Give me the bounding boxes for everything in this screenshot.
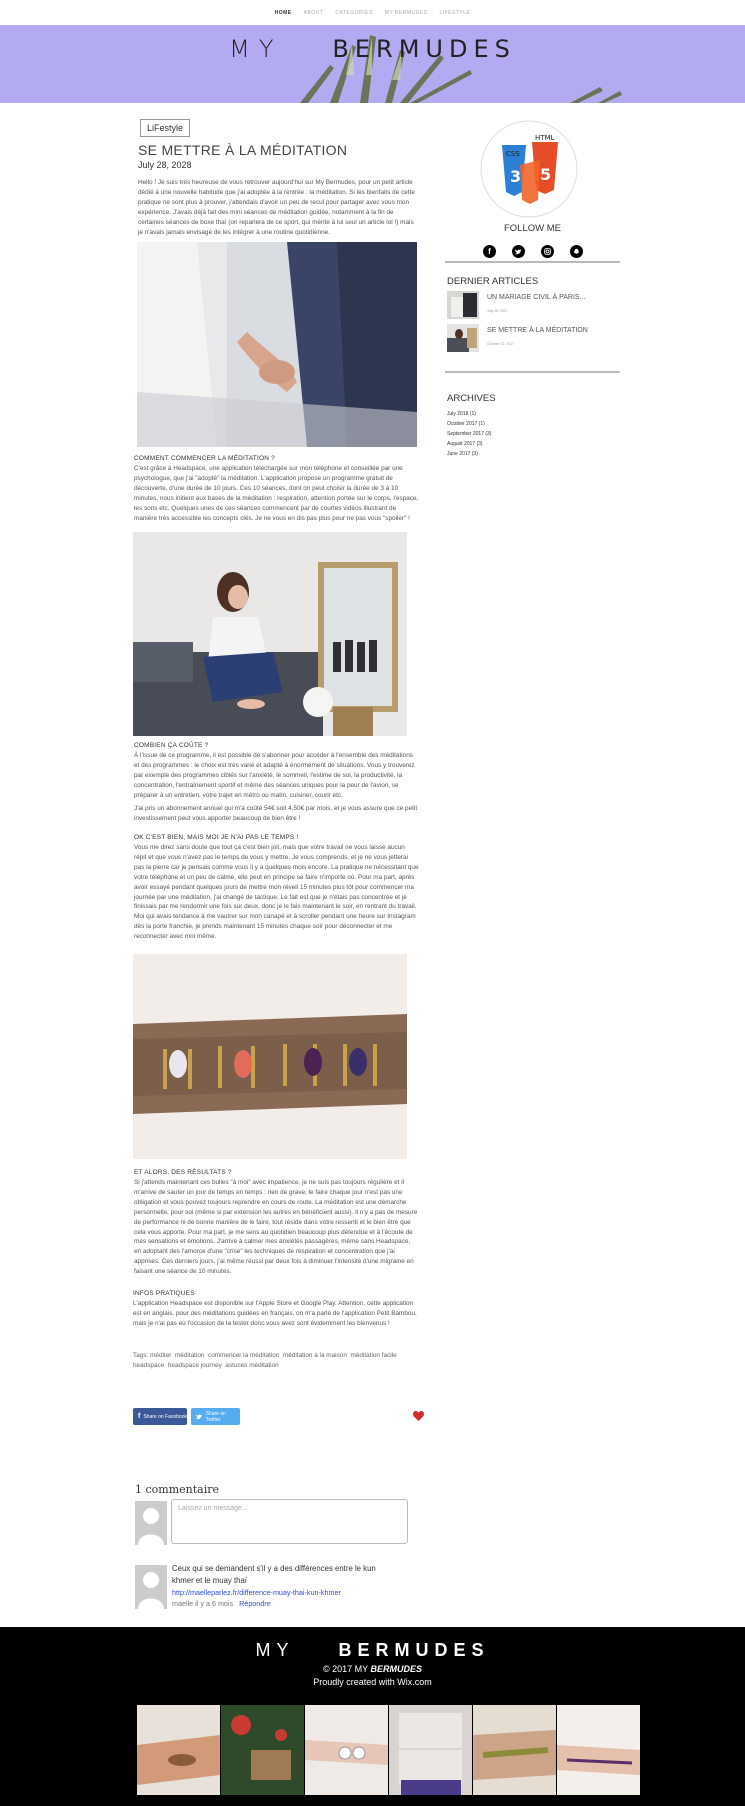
section-1-heading: COMMENT COMMENCER LA MÉDITATION ?: [134, 455, 275, 462]
comment-form-avatar: [135, 1501, 167, 1545]
nav-item-home[interactable]: HOME: [275, 10, 292, 16]
woman-on-sofa-photo: [133, 532, 407, 736]
nav-item-categories[interactable]: CATEGORIES: [335, 10, 372, 16]
archive-link[interactable]: September 2017 (3): [447, 429, 491, 439]
nav-item-lifestyle[interactable]: LIFESTYLE: [439, 10, 470, 16]
footer-gallery-image-6[interactable]: [557, 1705, 640, 1795]
sidebar-divider: [445, 261, 620, 263]
section-2-text: À l'issue de ce programme, il est possib…: [134, 752, 415, 799]
section-4-heading: ET ALORS, DES RÉSULTATS ?: [134, 1169, 232, 1176]
social-links: f: [483, 245, 583, 258]
archive-link[interactable]: July 2018 (1): [447, 409, 491, 419]
post-tags: Tags: méditer méditation commencer la mé…: [133, 1351, 418, 1371]
footer-brand-my: MY: [255, 1640, 295, 1660]
footer-gallery-image-2[interactable]: [221, 1705, 304, 1795]
comment-text: Ceux qui se demandent s'il y a des diffé…: [172, 1564, 376, 1585]
top-nav: HOME ABOUT CATEGORIES MY BERMUDES LIFEST…: [0, 0, 745, 25]
instagram-icon[interactable]: [541, 245, 554, 258]
latest-article-title[interactable]: UN MARIAGE CIVIL À PARIS...: [487, 294, 585, 301]
footer-copyright: © 2017 MY BERMUDES: [0, 1664, 745, 1674]
follow-me-title: FOLLOW ME: [503, 223, 561, 234]
like-heart-icon[interactable]: [413, 1411, 424, 1421]
share-facebook-button[interactable]: f Share on Facebook: [133, 1408, 187, 1425]
section-2-text-b: J'ai pris un abonnement annuel qui m'a c…: [134, 805, 418, 822]
twitter-icon: [196, 1413, 203, 1419]
section-5-heading: INFOS PRATIQUES: [133, 1290, 195, 1297]
holding-hands-photo: [137, 242, 417, 447]
latest-article-item[interactable]: UN MARIAGE CIVIL À PARIS... July 28, 201…: [447, 291, 622, 323]
post-title: SE METTRE À LA MÉDITATION: [138, 142, 348, 158]
section-1-text: C'est grâce à Headspace, une application…: [134, 465, 419, 522]
post-intro: Hello ! Je suis très heureuse de vous re…: [138, 179, 415, 236]
latest-article-title[interactable]: SE METTRE À LA MÉDITATION: [487, 327, 588, 334]
footer-gallery-image-5[interactable]: [473, 1705, 556, 1795]
section-4-text: Si j'attends maintenant ces bulles "à mo…: [134, 1179, 418, 1276]
footer-brand[interactable]: MY BERMUDES: [0, 1640, 745, 1661]
svg-text:3: 3: [510, 167, 521, 186]
header-banner: MY BERMUDES: [0, 25, 745, 103]
archives-list: July 2018 (1) October 2017 (1) September…: [447, 409, 491, 459]
comment-input-placeholder: Laissez un message...: [178, 1505, 248, 1512]
latest-article-date: July 28, 2017: [487, 309, 508, 313]
share-twitter-label: Share on Twitter: [205, 1410, 226, 1423]
bracelets-photo: [133, 954, 407, 1159]
section-3-heading: OK C'EST BIEN, MAIS MOI JE N'AI PAS LE T…: [134, 834, 299, 841]
comment-author: maelle il y a 6 mois: [172, 1599, 234, 1608]
comment-meta: maelle il y a 6 mois Répondre: [172, 1599, 271, 1608]
category-badge[interactable]: LiFestyle: [140, 119, 191, 137]
section-2-heading: COMBIEN ÇA COÛTE ?: [134, 742, 209, 749]
tag-link[interactable]: méditation: [175, 1352, 205, 1359]
archive-link[interactable]: June 2017 (3): [447, 449, 491, 459]
footer-gallery-image-4[interactable]: [389, 1705, 472, 1795]
comment-link[interactable]: http://maelleparlez.fr/difference-muay-t…: [172, 1588, 341, 1597]
share-facebook-label: Share on Facebook: [143, 1413, 187, 1420]
section-5-text: L'application Headspace est disponible s…: [133, 1300, 417, 1327]
sidebar-divider: [445, 371, 620, 373]
tag-link[interactable]: astuces méditation: [225, 1362, 278, 1369]
facebook-icon[interactable]: f: [483, 245, 496, 258]
latest-article-thumbnail: [447, 324, 479, 352]
tag-link[interactable]: méditer: [150, 1352, 171, 1359]
share-twitter-button[interactable]: Share on Twitter: [191, 1408, 240, 1425]
copyright-text: © 2017 MY: [322, 1664, 368, 1674]
footer-brand-bermudes: BERMUDES: [338, 1640, 490, 1660]
snapchat-icon[interactable]: [570, 245, 583, 258]
post-date: July 28, 2028: [138, 160, 192, 170]
tag-link[interactable]: commencer la méditation: [208, 1352, 279, 1359]
comments-title: 1 commentaire: [135, 1483, 219, 1496]
comment-input[interactable]: Laissez un message...: [171, 1499, 408, 1544]
banner-title-my: MY: [229, 35, 283, 63]
svg-text:CSS: CSS: [506, 150, 520, 158]
banner-title-bermudes: BERMUDES: [332, 35, 516, 63]
archive-link[interactable]: August 2017 (3): [447, 439, 491, 449]
user-placeholder-icon: [138, 1572, 164, 1609]
copyright-brand: BERMUDES: [370, 1664, 423, 1674]
svg-text:HTML: HTML: [535, 134, 555, 142]
user-placeholder-icon: [138, 1508, 164, 1545]
tag-link[interactable]: méditation à la maison: [283, 1352, 347, 1359]
latest-article-date: October 12, 2017: [487, 342, 515, 346]
svg-text:5: 5: [540, 165, 551, 184]
footer-gallery-image-1[interactable]: [137, 1705, 220, 1795]
nav-item-about[interactable]: ABOUT: [304, 10, 324, 16]
archive-link[interactable]: October 2017 (1): [447, 419, 491, 429]
twitter-icon[interactable]: [512, 245, 525, 258]
footer-credit[interactable]: Proudly created with Wix.com: [0, 1677, 745, 1687]
latest-articles-title: DERNIER ARTICLES: [447, 276, 539, 287]
footer: MY BERMUDES © 2017 MY BERMUDES Proudly c…: [0, 1627, 745, 1806]
latest-article-item[interactable]: SE METTRE À LA MÉDITATION October 12, 20…: [447, 324, 622, 356]
section-3-text: Vous me direz sans doute que tout ça c'e…: [134, 844, 419, 941]
nav-item-my-bermudes[interactable]: MY BERMUDES: [385, 10, 428, 16]
post-article: LiFestyle SE METTRE À LA MÉDITATION July…: [130, 118, 420, 1369]
css-html-js-logo: CSS HTML 3 5: [480, 120, 578, 218]
facebook-icon: f: [138, 1413, 141, 1420]
reply-link[interactable]: Répondre: [239, 1599, 271, 1608]
tags-label: Tags:: [133, 1352, 149, 1359]
latest-article-thumbnail: [447, 291, 479, 319]
archives-title: ARCHIVES: [447, 393, 496, 404]
footer-gallery-image-3[interactable]: [305, 1705, 388, 1795]
tag-link[interactable]: headspace journey: [168, 1362, 222, 1369]
comment-avatar: [135, 1565, 167, 1609]
banner-title[interactable]: MY BERMUDES: [0, 35, 745, 63]
